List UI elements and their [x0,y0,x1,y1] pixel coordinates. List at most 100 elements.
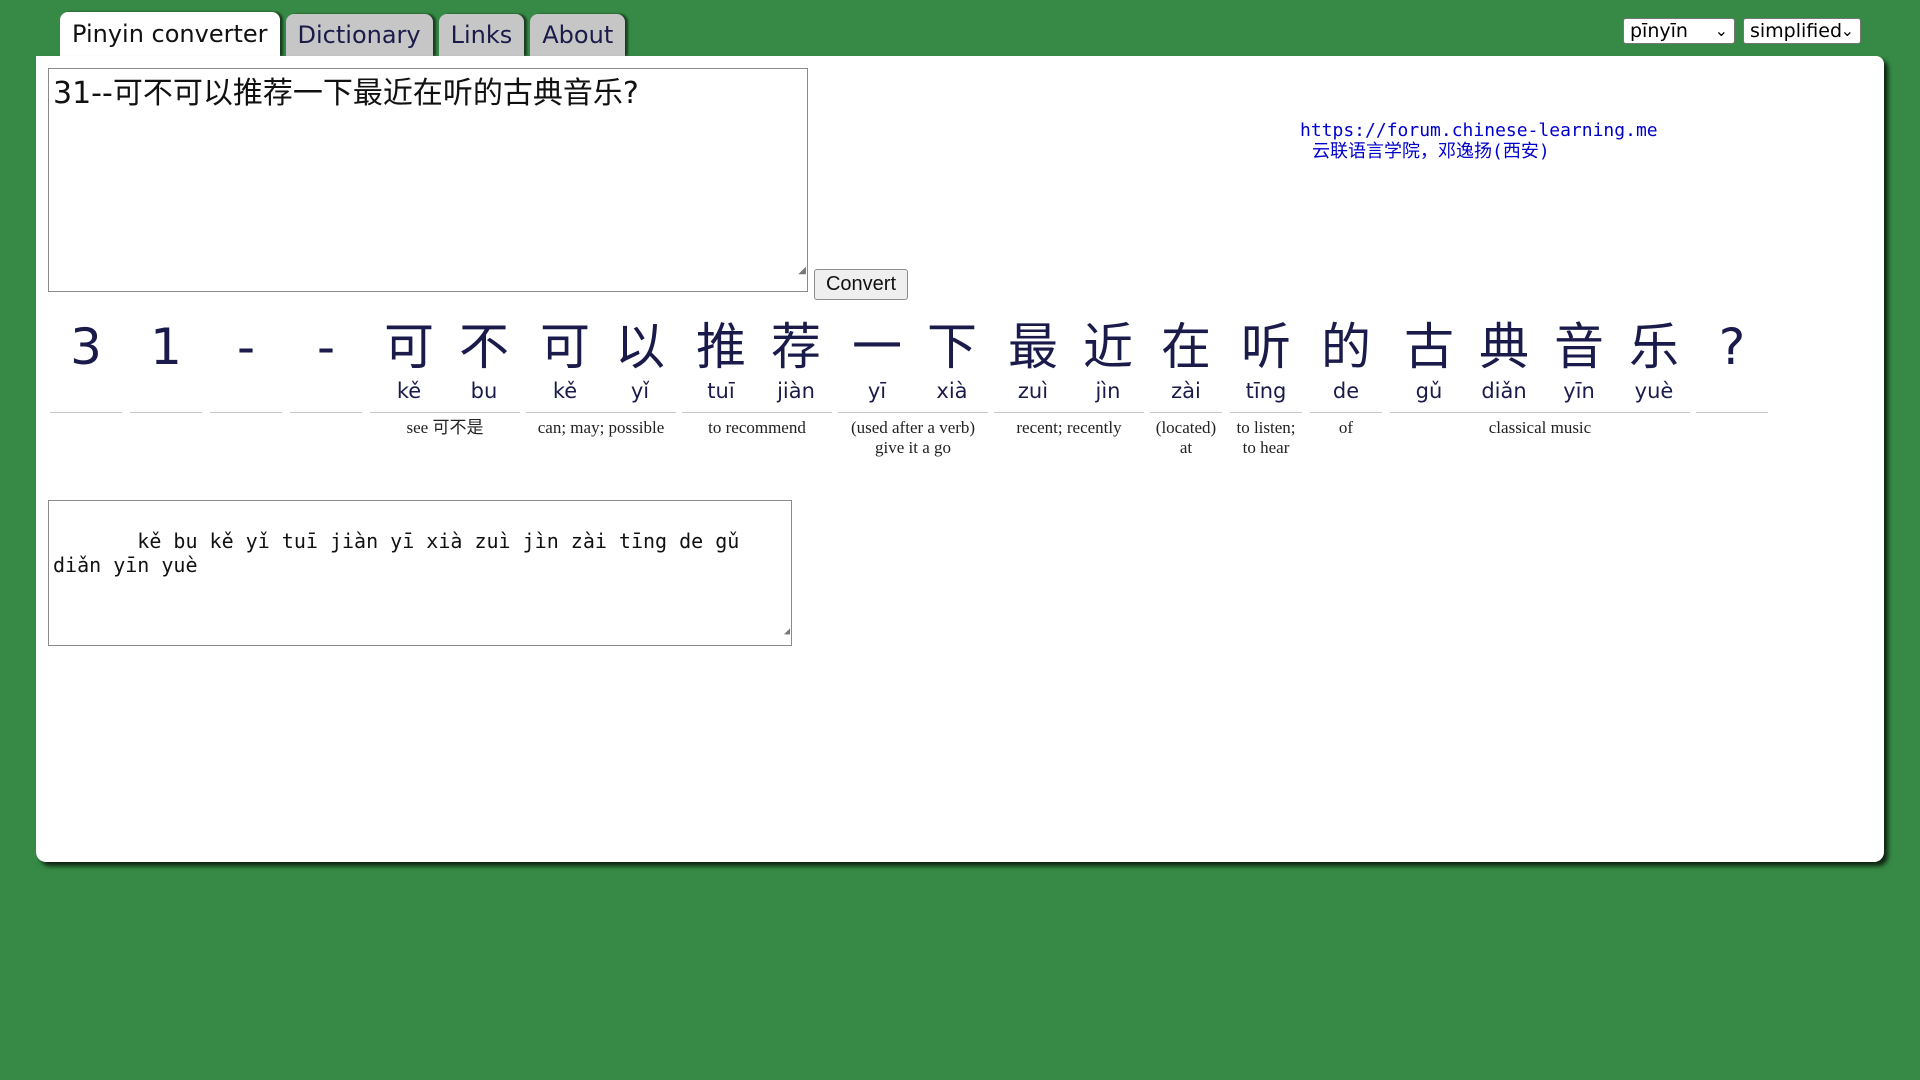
hanzi: 乐 [1629,318,1679,376]
pinyin: tuī [707,379,735,403]
tab-about[interactable]: About [530,14,626,56]
hanzi: 推 [696,318,746,376]
hanzi: 以 [615,318,665,376]
chinese-input[interactable]: 31--可不可以推荐一下最近在听的古典音乐? ◢ [48,68,808,292]
hanzi: 的 [1321,318,1371,376]
char-cell: 听 tīng [1230,318,1302,413]
pinyin: tīng [1245,379,1287,403]
group-underline [682,412,832,413]
pinyin: jìn [1095,379,1121,403]
gloss: see 可不是 [406,418,484,437]
char-cell: 一 yī [841,318,913,413]
hanzi: 一 [852,318,902,376]
gloss: classical music [1488,418,1592,437]
hanzi: 典 [1479,318,1529,376]
char-cell: 3 [50,318,122,413]
script-select-value: simplified [1750,20,1843,42]
char-cell: 推 tuī [685,318,757,413]
gloss: of [1338,418,1354,437]
word-group: 推 tuī 荐 jiàn [682,318,832,413]
hanzi: 下 [927,318,977,376]
hanzi: 不 [459,318,509,376]
hanzi: 在 [1161,318,1211,376]
gloss: (used after a verb) give it a go [850,418,976,457]
pinyin: de [1332,379,1360,403]
pinyin: xià [936,379,968,403]
word-group: 最 zuì 近 jìn [994,318,1144,413]
tab-links[interactable]: Links [438,14,525,56]
resize-grip-icon[interactable]: ◢ [784,620,790,644]
pinyin-output-value: kě bu kě yǐ tuī jiàn yī xià zuì jìn zài … [53,529,752,577]
pinyin: yī [867,379,887,403]
hanzi: - [316,318,336,376]
word-group: 可 kě 以 yǐ [526,318,676,413]
gloss: recent; recently [1016,418,1122,437]
group-underline [838,412,988,413]
pinyin: yuè [1634,379,1674,403]
school-credit: 云联语言学院，邓逸扬(西安) [1312,141,1550,162]
hanzi: - [236,318,256,376]
hanzi: 1 [150,318,182,376]
hanzi: 近 [1083,318,1133,376]
group-underline [526,412,676,413]
char-cell: 古 gǔ [1393,318,1465,413]
hanzi: 最 [1008,318,1058,376]
char-cell: - [290,318,362,413]
chinese-input-value: 31--可不可以推荐一下最近在听的古典音乐? [53,76,639,111]
char-cell: - [210,318,282,413]
gloss: can; may; possible [537,418,665,437]
hanzi: 可 [384,318,434,376]
char-cell: 音 yīn [1543,318,1615,413]
char-cell: 乐 yuè [1618,318,1690,413]
pinyin: gǔ [1415,379,1443,403]
char-cell: 在 zài [1150,318,1222,413]
credit: https://forum.chinese-learning.me 云联语言学院… [1300,120,1658,163]
pinyin-output[interactable]: kě bu kě yǐ tuī jiàn yī xià zuì jìn zài … [48,500,792,646]
word-group: 一 yī 下 xià [838,318,988,413]
group-underline [994,412,1144,413]
pinyin: diǎn [1481,379,1527,403]
hanzi: 3 [70,318,102,376]
char-cell: 下 xià [916,318,988,413]
resize-grip-icon[interactable]: ◢ [798,252,806,290]
char-cell: ? [1696,318,1768,413]
pinyin: jiàn [777,379,815,403]
char-cell: 的 de [1310,318,1382,413]
pinyin: yǐ [630,379,650,403]
char-cell: 不 bu [448,318,520,413]
char-cell: 近 jìn [1072,318,1144,413]
pinyin: kě [396,379,422,403]
settings-selects: pīnyīn ⌄ simplified ⌄ [1623,18,1861,44]
hanzi: 古 [1404,318,1454,376]
forum-link[interactable]: https://forum.chinese-learning.me [1300,120,1658,141]
romanization-select[interactable]: pīnyīn ⌄ [1623,18,1735,44]
hanzi: ? [1718,318,1746,376]
hanzi: 荐 [771,318,821,376]
pinyin: zuì [1017,379,1049,403]
gloss: to listen; to hear [1236,418,1296,457]
pinyin: kě [552,379,578,403]
convert-button[interactable]: Convert [814,269,908,300]
hanzi: 可 [540,318,590,376]
group-underline [1390,412,1690,413]
tab-bar: Pinyin converter Dictionary Links About [60,12,631,56]
char-cell: 典 diǎn [1468,318,1540,413]
group-underline [370,412,520,413]
word-group: 可 kě 不 bu [370,318,520,413]
char-cell: 最 zuì [997,318,1069,413]
hanzi: 听 [1241,318,1291,376]
pinyin: zài [1171,379,1201,403]
char-cell: 荐 jiàn [760,318,832,413]
char-cell: 可 kě [529,318,601,413]
tab-dictionary[interactable]: Dictionary [285,14,433,56]
char-cell: 可 kě [373,318,445,413]
chevron-down-icon: ⌄ [1714,21,1728,40]
pinyin: yīn [1563,379,1595,403]
script-select[interactable]: simplified ⌄ [1743,18,1861,44]
romanization-select-value: pīnyīn [1630,20,1688,42]
tab-pinyin-converter[interactable]: Pinyin converter [60,12,280,56]
gloss: to recommend [708,418,806,437]
hanzi: 音 [1554,318,1604,376]
char-cell: 以 yǐ [604,318,676,413]
pinyin: bu [470,379,498,403]
